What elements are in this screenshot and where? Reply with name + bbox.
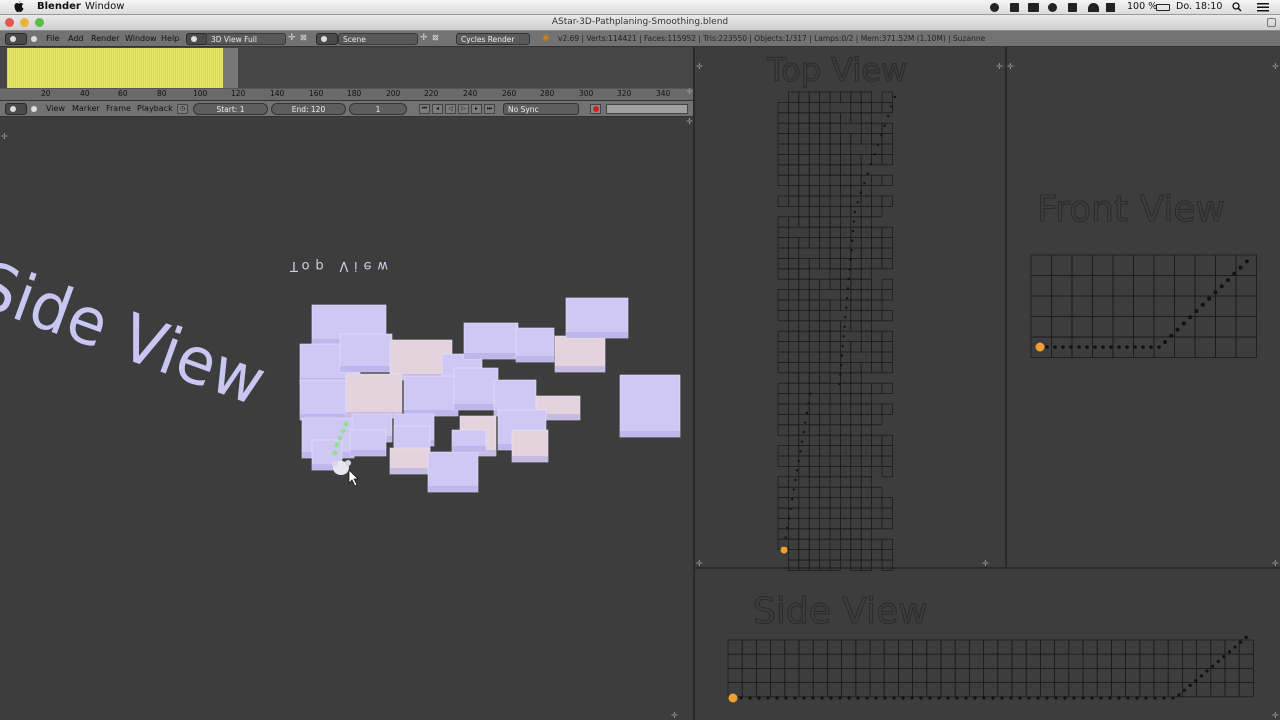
svg-text:✛: ✛ (1272, 62, 1279, 71)
svg-text:✛: ✛ (686, 117, 693, 126)
area-corner-widgets: ✛ ✛ ✛ ✛ ✛ ✛ ✛ ✛ ✛ ✛ ✛ ✛ (1, 62, 1279, 720)
svg-text:✛: ✛ (1007, 62, 1014, 71)
svg-text:✛: ✛ (996, 62, 1003, 71)
svg-text:✛: ✛ (696, 62, 703, 71)
svg-text:✛: ✛ (982, 559, 989, 568)
svg-text:✛: ✛ (671, 711, 678, 720)
svg-text:✛: ✛ (1, 132, 8, 141)
svg-text:✛: ✛ (1272, 559, 1279, 568)
svg-text:✛: ✛ (686, 87, 693, 96)
svg-text:✛: ✛ (1272, 711, 1279, 720)
svg-text:✛: ✛ (696, 559, 703, 568)
